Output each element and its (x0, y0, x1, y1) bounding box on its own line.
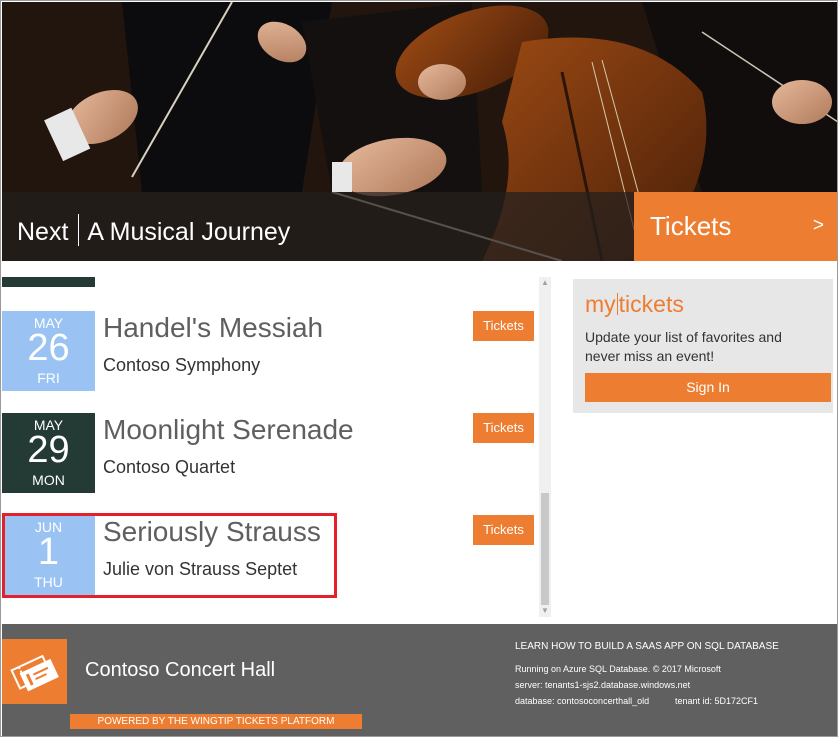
database-info: database: contosoconcerthall_old (515, 696, 650, 706)
banner-text: Next A Musical Journey (17, 214, 290, 247)
event-performer: Contoso Symphony (103, 355, 261, 375)
page-frame: Next A Musical Journey Tickets > MAY 26 F… (0, 0, 838, 737)
event-weekday: FRI (37, 370, 60, 386)
venue-name: Contoso Concert Hall (85, 659, 276, 681)
event-banner: Next A Musical Journey (2, 192, 634, 261)
server-info: server: tenants1-sjs2.database.windows.n… (515, 680, 691, 690)
powered-by-banner: POWERED BY THE WINGTIP TICKETS PLATFORM (70, 714, 362, 729)
event-day: 26 (27, 327, 70, 369)
running-info: Running on Azure SQL Database. © 2017 Mi… (515, 664, 721, 674)
event-tickets-button[interactable]: Tickets (473, 515, 534, 545)
logo-tickets: tickets (618, 291, 684, 317)
event-title: Handel's Messiah (103, 312, 324, 343)
event-tickets-button[interactable]: Tickets (473, 311, 534, 341)
event-date: MAY 26 FRI (2, 311, 95, 391)
hero-tickets-label: Tickets (650, 211, 732, 241)
mytickets-panel: my tickets Update your list of favorites … (573, 279, 833, 413)
event-day: 29 (27, 429, 70, 471)
learn-link[interactable]: LEARN HOW TO BUILD A SAAS APP ON SQL DAT… (515, 641, 779, 652)
logo-bar (616, 293, 618, 315)
sign-in-button[interactable]: Sign In (585, 373, 831, 402)
featured-event-name: A Musical Journey (87, 218, 291, 246)
hero-banner: Next A Musical Journey Tickets > (2, 2, 837, 261)
event-title: Moonlight Serenade (103, 414, 354, 445)
tenant-info: tenant id: 5D172CF1 (675, 696, 759, 706)
event-performer: Contoso Quartet (103, 457, 236, 477)
scroll-down-icon[interactable]: ▼ (539, 605, 551, 617)
logo-my: my (585, 291, 616, 317)
event-tickets-button[interactable]: Tickets (473, 413, 534, 443)
next-label: Next (17, 218, 69, 246)
mytickets-logo: my tickets (585, 291, 684, 318)
banner-divider (78, 214, 80, 246)
events-scrollbar[interactable]: ▲ ▼ (539, 277, 551, 617)
scrollbar-thumb[interactable] (541, 493, 549, 605)
scroll-up-icon[interactable]: ▲ (539, 277, 551, 289)
highlight-box (2, 513, 337, 598)
event-date: MAY 29 MON (2, 413, 95, 493)
mytickets-description: Update your list of favorites and never … (585, 329, 782, 364)
chevron-right-icon: > (812, 215, 824, 236)
tickets-logo-icon (2, 639, 67, 704)
hero-tickets-button[interactable]: Tickets > (634, 192, 837, 261)
event-weekday: MON (32, 472, 65, 488)
event-date-partial (2, 277, 95, 287)
footer: Contoso Concert Hall POWERED BY THE WING… (2, 624, 837, 736)
